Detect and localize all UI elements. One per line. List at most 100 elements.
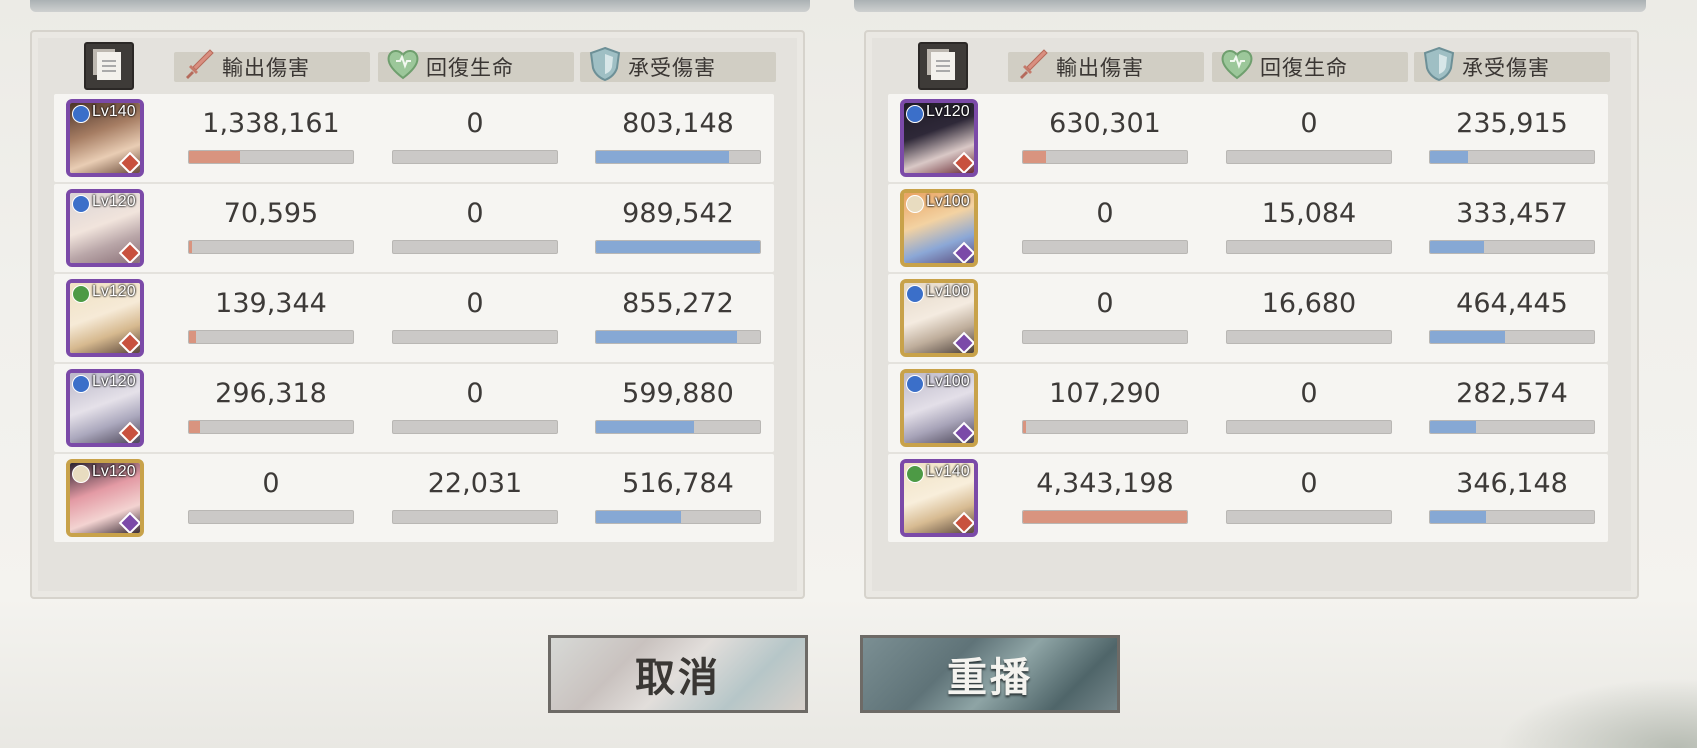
team-panel-left: 輸出傷害 回復生命 承受傷害 Lv140 1,338,161 0 803,148 Lv120 7…	[30, 30, 805, 599]
damage-taken-bar-fill	[1430, 511, 1486, 523]
damage-dealt-bar	[1022, 330, 1188, 344]
water-element-icon	[72, 375, 90, 393]
report-icon[interactable]	[84, 42, 134, 90]
damage-taken-cell: 464,445	[1429, 288, 1595, 344]
healing-done-value: 0	[1300, 468, 1318, 499]
healing-done-value: 0	[466, 198, 484, 229]
damage-dealt-bar	[188, 150, 354, 164]
unit-avatar[interactable]: Lv120	[66, 369, 144, 447]
healing-done-bar	[1226, 510, 1392, 524]
water-element-icon	[906, 375, 924, 393]
healing-done-cell: 0	[1226, 108, 1392, 164]
damage-taken-value: 346,148	[1456, 468, 1568, 499]
replay-button[interactable]: 重播	[860, 635, 1120, 713]
damage-taken-value: 855,272	[622, 288, 734, 319]
damage-taken-bar-fill	[1430, 151, 1468, 163]
light-element-icon	[906, 195, 924, 213]
team-panel-right: 輸出傷害 回復生命 承受傷害 Lv120 630,301 0 235,915 Lv100 0 15…	[864, 30, 1639, 599]
healing-done-bar	[392, 510, 558, 524]
report-icon[interactable]	[918, 42, 968, 90]
healing-done-bar	[1226, 420, 1392, 434]
unit-level: Lv100	[926, 193, 970, 210]
damage-taken-value: 464,445	[1456, 288, 1568, 319]
damage-taken-bar	[1429, 330, 1595, 344]
header-healing: 回復生命	[1212, 50, 1408, 82]
unit-row: Lv140 1,338,161 0 803,148	[54, 94, 774, 182]
damage-dealt-cell: 139,344	[188, 288, 354, 344]
unit-avatar[interactable]: Lv120	[900, 99, 978, 177]
header-healing: 回復生命	[378, 50, 574, 82]
header-label: 承受傷害	[628, 56, 716, 80]
healing-done-value: 16,680	[1261, 288, 1357, 319]
damage-taken-bar	[595, 510, 761, 524]
header-damage-dealt: 輸出傷害	[174, 49, 370, 82]
unit-level: Lv120	[92, 373, 136, 390]
damage-dealt-cell: 0	[1022, 198, 1188, 254]
damage-taken-cell: 282,574	[1429, 378, 1595, 434]
damage-dealt-bar	[188, 330, 354, 344]
unit-avatar[interactable]: Lv120	[66, 279, 144, 357]
damage-taken-bar	[595, 150, 761, 164]
unit-avatar[interactable]: Lv140	[66, 99, 144, 177]
damage-dealt-value: 139,344	[215, 288, 327, 319]
unit-row: Lv120 139,344 0 855,272	[54, 274, 774, 362]
damage-taken-bar-fill	[1430, 331, 1506, 343]
shield-icon	[1420, 45, 1458, 83]
damage-dealt-cell: 107,290	[1022, 378, 1188, 434]
damage-taken-bar-fill	[596, 421, 695, 433]
document-icon	[97, 52, 121, 80]
damage-taken-bar	[1429, 240, 1595, 254]
unit-row: Lv100 107,290 0 282,574	[888, 364, 1608, 452]
healing-done-cell: 0	[1226, 378, 1392, 434]
unit-avatar[interactable]: Lv120	[66, 189, 144, 267]
unit-row: Lv140 4,343,198 0 346,148	[888, 454, 1608, 542]
damage-taken-bar-fill	[596, 331, 738, 343]
healing-done-bar	[1226, 330, 1392, 344]
damage-taken-bar-fill	[596, 511, 682, 523]
damage-dealt-cell: 0	[188, 468, 354, 524]
healing-done-cell: 0	[392, 288, 558, 344]
damage-taken-value: 803,148	[622, 108, 734, 139]
unit-row: Lv100 0 15,084 333,457	[888, 184, 1608, 272]
damage-taken-cell: 855,272	[595, 288, 761, 344]
water-element-icon	[906, 285, 924, 303]
damage-dealt-value: 107,290	[1049, 378, 1161, 409]
healing-done-bar	[1226, 150, 1392, 164]
unit-row: Lv120 630,301 0 235,915	[888, 94, 1608, 182]
unit-level: Lv120	[92, 193, 136, 210]
damage-dealt-bar-fill	[1023, 421, 1027, 433]
damage-dealt-value: 70,595	[223, 198, 319, 229]
healing-done-bar	[392, 420, 558, 434]
damage-taken-value: 282,574	[1456, 378, 1568, 409]
unit-avatar[interactable]: Lv140	[900, 459, 978, 537]
unit-row: Lv120 70,595 0 989,542	[54, 184, 774, 272]
damage-taken-cell: 599,880	[595, 378, 761, 434]
water-element-icon	[906, 105, 924, 123]
wind-element-icon	[906, 465, 924, 483]
damage-dealt-bar-fill	[1023, 511, 1187, 523]
healing-done-value: 0	[466, 378, 484, 409]
damage-dealt-bar-fill	[189, 241, 193, 253]
damage-dealt-cell: 296,318	[188, 378, 354, 434]
unit-avatar[interactable]: Lv100	[900, 189, 978, 267]
damage-dealt-value: 630,301	[1049, 108, 1161, 139]
header-label: 回復生命	[1260, 56, 1348, 80]
cancel-button[interactable]: 取消	[548, 635, 808, 713]
unit-avatar[interactable]: Lv120	[66, 459, 144, 537]
damage-taken-cell: 333,457	[1429, 198, 1595, 254]
water-element-icon	[72, 195, 90, 213]
healing-done-cell: 0	[1226, 468, 1392, 524]
damage-dealt-value: 0	[1096, 288, 1114, 319]
healing-done-bar	[392, 240, 558, 254]
damage-dealt-cell: 70,595	[188, 198, 354, 254]
header-damage-taken: 承受傷害	[1414, 46, 1610, 82]
unit-avatar[interactable]: Lv100	[900, 369, 978, 447]
healing-done-cell: 0	[392, 378, 558, 434]
damage-dealt-bar	[1022, 150, 1188, 164]
damage-dealt-bar	[1022, 510, 1188, 524]
header-label: 回復生命	[426, 56, 514, 80]
unit-avatar[interactable]: Lv100	[900, 279, 978, 357]
header-label: 輸出傷害	[222, 56, 310, 80]
header-label: 輸出傷害	[1056, 56, 1144, 80]
healing-done-value: 0	[466, 288, 484, 319]
